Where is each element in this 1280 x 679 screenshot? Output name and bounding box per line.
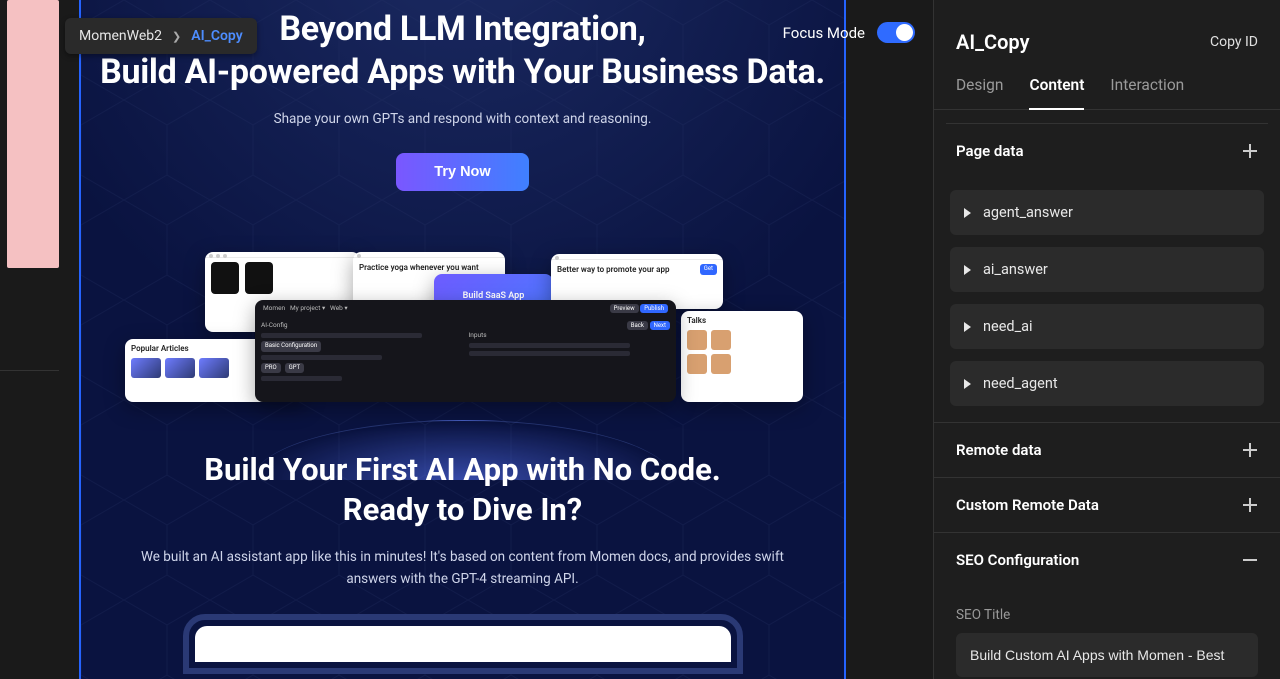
tab-design[interactable]: Design [956, 76, 1003, 109]
seo-block: SEO Title [934, 607, 1280, 677]
breadcrumb-project[interactable]: MomenWeb2 [79, 28, 162, 44]
chevron-right-icon: ❯ [172, 30, 181, 43]
minus-icon[interactable] [1242, 552, 1258, 568]
section-build-first: Build Your First AI App with No Code. Re… [81, 450, 844, 674]
page-data-item-label: agent_answer [983, 204, 1073, 221]
hero-subhead: Shape your own GPTs and respond with con… [97, 111, 828, 127]
page-data-item[interactable]: need_ai [950, 304, 1264, 349]
focus-mode-toggle[interactable] [877, 22, 915, 43]
left-rail [0, 0, 59, 679]
caret-right-icon [964, 265, 971, 275]
collage-card-store [205, 252, 360, 332]
plus-icon[interactable] [1242, 442, 1258, 458]
page-data-item[interactable]: need_agent [950, 361, 1264, 406]
section-remote-data-label: Remote data [956, 441, 1042, 459]
page-data-item[interactable]: agent_answer [950, 190, 1264, 235]
toggle-knob [896, 24, 913, 41]
chat-window-inner [195, 626, 731, 662]
inspector-panel: AI_Copy Copy ID Design Content Interacti… [933, 0, 1280, 679]
section2-heading: Build Your First AI App with No Code. Re… [141, 450, 784, 529]
hero-headline-line1: Beyond LLM Integration, [279, 9, 645, 49]
collage-card-editor: Momen My project ▾ Web ▾ Preview Publish… [255, 300, 676, 402]
page-data-item[interactable]: ai_answer [950, 247, 1264, 292]
copy-id-button[interactable]: Copy ID [1210, 34, 1258, 50]
try-now-button[interactable]: Try Now [396, 153, 528, 191]
section2-paragraph: We built an AI assistant app like this i… [141, 547, 784, 590]
page-data-item-label: ai_answer [983, 261, 1048, 278]
hero-headline-line2: Build AI-powered Apps with Your Business… [100, 52, 825, 92]
divider [0, 370, 59, 371]
canvas-area: Focus Mode Beyond LLM Integration, Build… [59, 0, 933, 679]
section-page-data[interactable]: Page data [934, 124, 1280, 178]
hero-collage: Practice yoga whenever you want Build Sa… [81, 244, 844, 402]
tab-interaction[interactable]: Interaction [1110, 76, 1184, 109]
seo-title-input[interactable] [956, 633, 1258, 677]
caret-right-icon [964, 322, 971, 332]
section-seo-label: SEO Configuration [956, 551, 1079, 569]
panel-title: AI_Copy [956, 30, 1030, 54]
plus-icon[interactable] [1242, 497, 1258, 513]
section2-heading-line1: Build Your First AI App with No Code. [204, 451, 721, 488]
collage-card-talks: Talks [681, 311, 803, 402]
focus-mode-control: Focus Mode [783, 22, 915, 43]
page-data-item-label: need_ai [983, 318, 1033, 335]
collage-card-promo: Better way to promote your app Get [551, 254, 723, 309]
section-custom-remote-label: Custom Remote Data [956, 496, 1099, 514]
collage-card-saas: Build SaaS App [434, 274, 553, 334]
section-page-data-label: Page data [956, 142, 1024, 160]
tab-content[interactable]: Content [1029, 76, 1084, 110]
breadcrumb: MomenWeb2 ❯ AI_Copy [65, 18, 257, 54]
panel-tabs: Design Content Interaction [934, 54, 1280, 110]
page-frame[interactable]: Beyond LLM Integration, Build AI-powered… [79, 0, 846, 679]
section-seo-configuration[interactable]: SEO Configuration [934, 533, 1280, 587]
page-data-item-label: need_agent [983, 375, 1058, 392]
plus-icon[interactable] [1242, 143, 1258, 159]
page-data-list: agent_answer ai_answer need_ai need_agen… [934, 190, 1280, 423]
seo-title-label: SEO Title [956, 607, 1258, 623]
section-custom-remote-data[interactable]: Custom Remote Data [934, 478, 1280, 533]
focus-mode-label: Focus Mode [783, 24, 865, 42]
breadcrumb-page[interactable]: AI_Copy [191, 28, 242, 44]
section2-heading-line2: Ready to Dive In? [343, 491, 582, 528]
collage-card-yoga: Practice yoga whenever you want [353, 252, 505, 312]
section-remote-data[interactable]: Remote data [934, 423, 1280, 478]
collage-card-articles: Popular Articles [125, 339, 305, 402]
caret-right-icon [964, 379, 971, 389]
thumbnail-preview [7, 0, 59, 268]
chat-window-shell [183, 614, 743, 674]
caret-right-icon [964, 208, 971, 218]
